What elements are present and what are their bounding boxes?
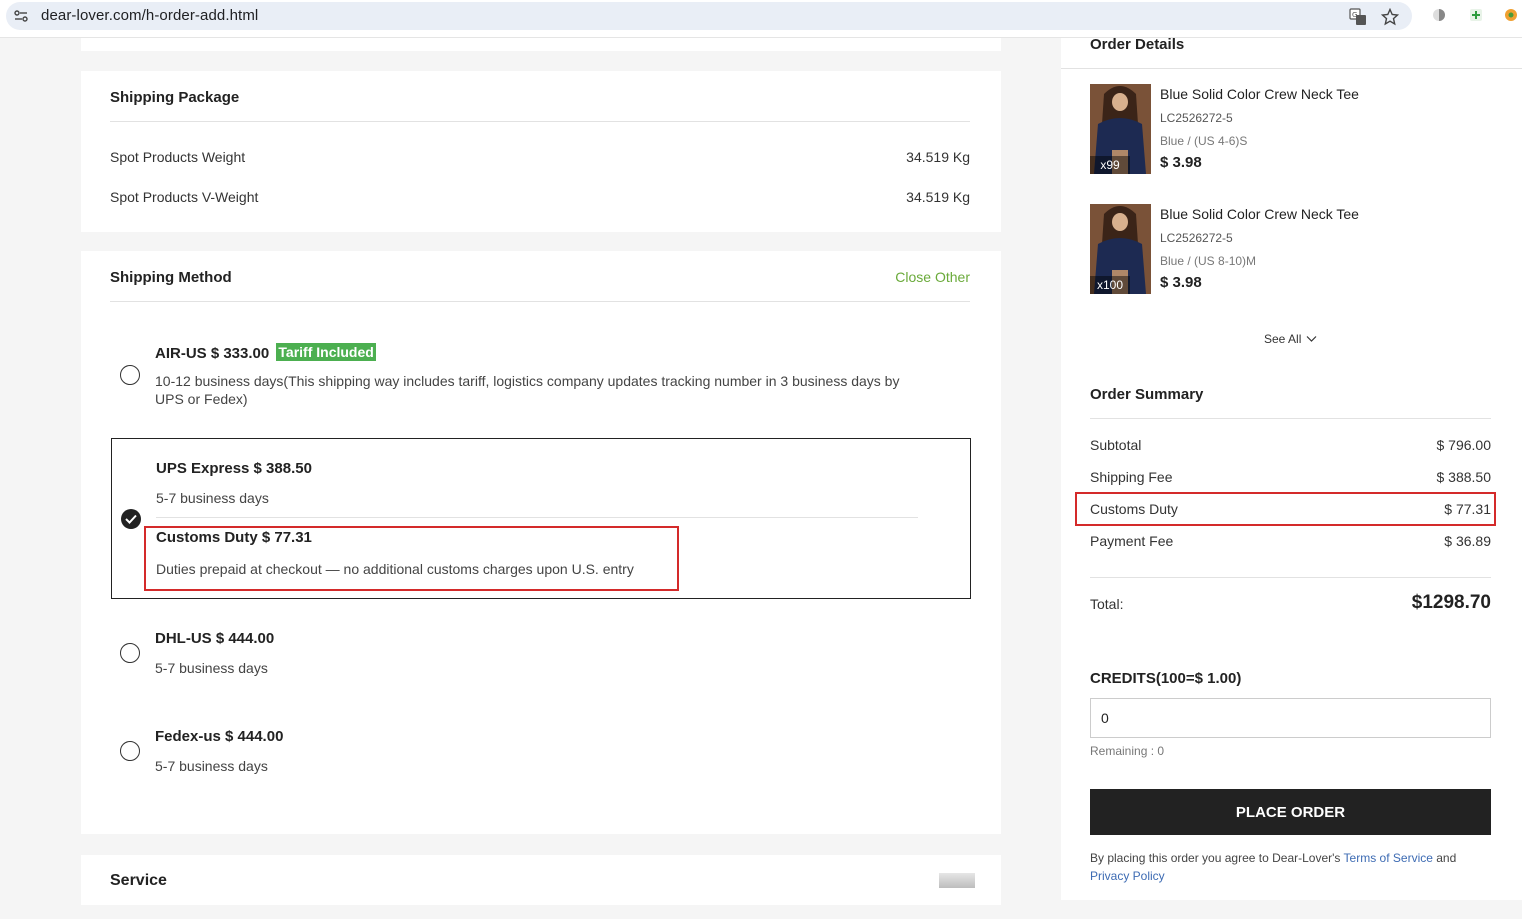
divider xyxy=(1061,68,1522,69)
chevron-down-icon xyxy=(1306,336,1317,342)
service-toggle-icon[interactable] xyxy=(939,873,975,888)
shipping-method-title: Shipping Method xyxy=(110,269,232,286)
dhl-us-desc: 5-7 business days xyxy=(155,660,268,676)
legal-notice: By placing this order you agree to Dear-… xyxy=(1090,849,1500,885)
quantity-badge: x99 xyxy=(1090,156,1130,174)
divider xyxy=(110,121,970,122)
ups-express-radio-checked[interactable] xyxy=(121,509,141,529)
tariff-included-badge: Tariff Included xyxy=(276,343,376,361)
subtotal-value: $ 796.00 xyxy=(1436,437,1492,453)
terms-of-service-link[interactable]: Terms of Service xyxy=(1344,851,1433,865)
air-us-name: AIR-US $ 333.00 xyxy=(155,345,270,362)
divider xyxy=(156,517,918,518)
service-title: Service xyxy=(110,872,167,889)
bookmark-star-icon[interactable] xyxy=(1381,8,1399,26)
ups-express-desc: 5-7 business days xyxy=(156,490,269,506)
product-variant: Blue / (US 8-10)M xyxy=(1160,254,1257,268)
product-image[interactable]: x100 xyxy=(1090,204,1151,294)
product-name[interactable]: Blue Solid Color Crew Neck Tee xyxy=(1160,206,1359,222)
shipping-package-card: Shipping Package Spot Products Weight 34… xyxy=(81,71,1001,232)
spot-vweight-value: 34.519 Kg xyxy=(906,189,970,205)
privacy-policy-link[interactable]: Privacy Policy xyxy=(1090,869,1165,883)
total-value: $1298.70 xyxy=(1411,592,1491,613)
spot-vweight-label: Spot Products V-Weight xyxy=(110,189,259,205)
place-order-button[interactable]: PLACE ORDER xyxy=(1090,789,1491,835)
divider xyxy=(110,301,970,302)
legal-and: and xyxy=(1432,851,1457,865)
dhl-us-radio[interactable] xyxy=(120,643,140,663)
product-price: $ 3.98 xyxy=(1160,154,1202,171)
shipping-package-title: Shipping Package xyxy=(110,89,240,106)
close-other-link[interactable]: Close Other xyxy=(895,269,970,285)
product-price: $ 3.98 xyxy=(1160,274,1202,291)
check-icon xyxy=(125,514,137,524)
total-label: Total: xyxy=(1090,596,1124,612)
fedex-us-desc: 5-7 business days xyxy=(155,758,268,774)
product-variant: Blue / (US 4-6)S xyxy=(1160,134,1248,148)
product-sku: LC2526272-5 xyxy=(1160,111,1233,125)
svg-text:G: G xyxy=(1352,11,1357,19)
right-panel: Order Details x99 Blue Solid Color Crew … xyxy=(1061,36,1522,900)
extension-plus-icon[interactable] xyxy=(1467,6,1485,24)
product-name[interactable]: Blue Solid Color Crew Neck Tee xyxy=(1160,86,1359,102)
payment-fee-label: Payment Fee xyxy=(1090,533,1174,549)
order-details-title: Order Details xyxy=(1090,36,1185,53)
see-all-label: See All xyxy=(1264,332,1302,346)
product-sku: LC2526272-5 xyxy=(1160,231,1233,245)
ups-express-name: UPS Express $ 388.50 xyxy=(156,460,312,477)
see-all-link[interactable]: See All xyxy=(1264,332,1317,346)
credits-title: CREDITS(100=$ 1.00) xyxy=(1090,670,1242,687)
customs-duty-highlight xyxy=(144,526,679,591)
shipping-fee-value: $ 388.50 xyxy=(1436,469,1492,485)
product-image[interactable]: x99 xyxy=(1090,84,1151,174)
extension-icon[interactable] xyxy=(1430,6,1448,24)
fedex-us-name[interactable]: Fedex-us $ 444.00 xyxy=(155,728,283,745)
quantity-badge: x100 xyxy=(1090,276,1130,294)
shipping-fee-label: Shipping Fee xyxy=(1090,469,1173,485)
dhl-us-name[interactable]: DHL-US $ 444.00 xyxy=(155,630,274,647)
divider xyxy=(1090,418,1491,419)
air-us-option[interactable]: AIR-US $ 333.00 Tariff Included xyxy=(155,343,376,362)
payment-fee-value: $ 36.89 xyxy=(1444,533,1491,549)
legal-prefix: By placing this order you agree to Dear-… xyxy=(1090,851,1344,865)
address-bar[interactable]: dear-lover.com/h-order-add.html G xyxy=(6,2,1412,30)
extension-gear-icon[interactable] xyxy=(1502,6,1520,24)
air-us-radio[interactable] xyxy=(120,365,140,385)
url-text[interactable]: dear-lover.com/h-order-add.html xyxy=(41,7,258,24)
remaining-credits: Remaining : 0 xyxy=(1090,744,1165,758)
fedex-us-radio[interactable] xyxy=(120,741,140,761)
credits-input[interactable] xyxy=(1090,698,1491,738)
shipping-method-card: Shipping Method Close Other AIR-US $ 333… xyxy=(81,251,1001,834)
order-summary-title: Order Summary xyxy=(1090,386,1204,403)
service-card: Service xyxy=(81,855,1001,905)
subtotal-label: Subtotal xyxy=(1090,437,1142,453)
browser-toolbar: dear-lover.com/h-order-add.html G xyxy=(0,0,1522,38)
customs-duty-summary-highlight xyxy=(1075,492,1496,526)
previous-card-remnant xyxy=(81,38,1001,51)
spot-weight-value: 34.519 Kg xyxy=(906,149,970,165)
air-us-desc: 10-12 business days(This shipping way in… xyxy=(155,373,900,407)
spot-weight-label: Spot Products Weight xyxy=(110,149,246,165)
translate-icon[interactable]: G xyxy=(1349,8,1367,26)
site-info-icon[interactable] xyxy=(14,9,28,23)
divider xyxy=(1090,577,1491,578)
